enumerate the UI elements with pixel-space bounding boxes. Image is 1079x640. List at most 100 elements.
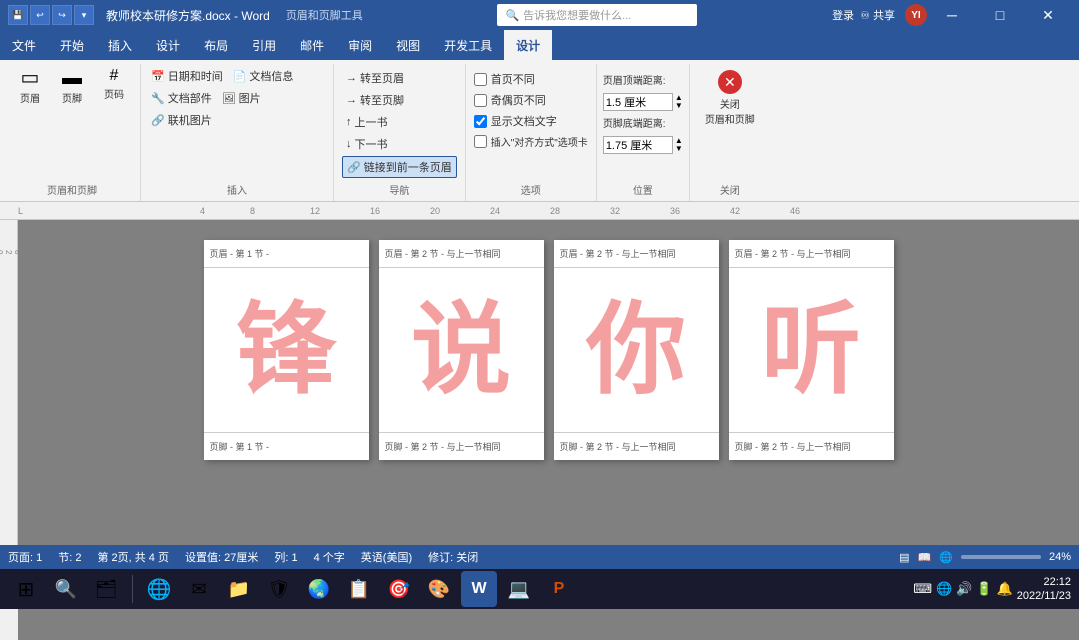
goto-header-btn[interactable]: → 转至页眉 [342,68,457,88]
prev-section-icon: ↑ [346,116,352,128]
close-header-footer-btn[interactable]: ✕ 关闭页眉和页脚 [697,66,763,130]
footer-bottom-down[interactable]: ▼ [675,145,683,153]
page-1-content: 锋 [204,268,369,432]
keyboard-icon[interactable]: ⌨ [913,581,932,597]
page-2-footer[interactable]: 页脚 - 第 2 节 - 与上一节相同 [379,432,544,460]
view-normal-icon[interactable]: ▤ [899,551,909,564]
header-btn[interactable]: ▭ 页眉 [10,66,50,107]
title-bar-right: 登录 ♾ 共享 YI ─ □ ✕ [832,0,1071,30]
edge-btn[interactable]: 🌐 [141,571,177,607]
doc-info-btn[interactable]: 📄 文档信息 [229,66,298,86]
doc-parts-btn[interactable]: 🔧 文档部件 [147,88,216,108]
game-btn[interactable]: 🎯 [381,571,417,607]
page-1-footer[interactable]: 页脚 - 第 1 节 - [204,432,369,460]
page-4-header[interactable]: 页眉 - 第 2 节 - 与上一节相同 [729,240,894,268]
online-pic-btn[interactable]: 🔗 联机图片 [147,110,216,130]
online-pic-icon: 🔗 [151,114,165,127]
goto-footer-btn[interactable]: → 转至页脚 [342,90,457,110]
clipboard-btn[interactable]: 📋 [341,571,377,607]
tab-dev[interactable]: 开发工具 [432,30,504,60]
tab-review[interactable]: 审阅 [336,30,384,60]
zoom-slider[interactable] [961,555,1041,559]
doc-parts-icon: 🔧 [151,92,165,105]
tab-design[interactable]: 设计 [144,30,192,60]
status-track: 修订: 关闭 [428,549,478,565]
tab-layout[interactable]: 布局 [192,30,240,60]
tab-insert[interactable]: 插入 [96,30,144,60]
pages-container: 页眉 - 第 1 节 - 锋 页脚 - 第 1 节 - 页眉 - 第 2 节 -… [204,240,894,460]
context-tab-label: 页眉和页脚工具 [286,7,363,23]
page-1-header[interactable]: 页眉 - 第 1 节 - [204,240,369,268]
system-clock[interactable]: 22:12 2022/11/23 [1017,575,1071,604]
mail-btn[interactable]: ✉ [181,571,217,607]
tab-mail[interactable]: 邮件 [288,30,336,60]
volume-icon[interactable]: 🔊 [956,581,972,597]
page-2: 页眉 - 第 2 节 - 与上一节相同 说 页脚 - 第 2 节 - 与上一节相… [379,240,544,460]
page-4-footer[interactable]: 页脚 - 第 2 节 - 与上一节相同 [729,432,894,460]
date-time-btn[interactable]: 📅 日期和时间 [147,66,227,86]
tab-home[interactable]: 开始 [48,30,96,60]
page-4: 页眉 - 第 2 节 - 与上一节相同 听 页脚 - 第 2 节 - 与上一节相… [729,240,894,460]
share-btn[interactable]: ♾ 共享 [860,7,895,23]
prev-section-btn[interactable]: ↑ 上一书 [342,112,457,132]
doc-area-wrapper: 355244 352820 221014 524 ⊕ 页眉 - 第 1 节 - … [0,220,1079,600]
maximize-btn[interactable]: □ [977,0,1023,30]
picture-btn[interactable]: 🖼 图片 [218,88,265,108]
ruler-mark-3: 16 [370,206,380,216]
tab-header-footer-design[interactable]: 设计 [504,30,552,60]
page-2-header[interactable]: 页眉 - 第 2 节 - 与上一节相同 [379,240,544,268]
header-top-down[interactable]: ▼ [675,102,683,110]
link-to-prev-btn[interactable]: 🔗 链接到前一条页眉 [342,156,457,178]
login-btn[interactable]: 登录 [832,7,854,23]
view-web-icon[interactable]: 🌐 [939,551,953,564]
status-chars: 4 个字 [314,549,345,565]
notification-icon[interactable]: 🔔 [997,581,1013,597]
search-btn[interactable]: 🔍 [48,571,84,607]
user-avatar[interactable]: YI [905,4,927,26]
start-btn[interactable]: ⊞ [8,571,44,607]
sys-icons: ⌨ 🌐 🔊 🔋 🔔 [913,581,1013,597]
task-view-btn[interactable]: 🗂 [88,571,124,607]
battery-icon[interactable]: 🔋 [976,581,992,597]
defender-btn[interactable]: 🛡 [261,571,297,607]
network-icon[interactable]: 🌐 [936,581,952,597]
page-4-char: 听 [761,300,861,400]
page-3-char: 你 [586,300,686,400]
status-lang: 英语(美国) [361,549,412,565]
quick-save-icon[interactable]: 💾 [8,5,28,25]
redo-icon[interactable]: ↪ [52,5,72,25]
tab-view[interactable]: 视图 [384,30,432,60]
art-btn[interactable]: 🎨 [421,571,457,607]
undo-icon[interactable]: ↩ [30,5,50,25]
diff-first-page-check[interactable]: 首页不同 [472,70,590,88]
page-3-header[interactable]: 页眉 - 第 2 节 - 与上一节相同 [554,240,719,268]
diff-odd-even-check[interactable]: 奇偶页不同 [472,91,590,109]
file-explorer-btn[interactable]: 📁 [221,571,257,607]
word-taskbar-btn[interactable]: W [461,571,497,607]
page-4-content: 听 [729,268,894,432]
next-section-btn[interactable]: ↓ 下一书 [342,134,457,154]
view-read-icon[interactable]: 📖 [918,551,932,564]
align-tab-insert-check[interactable]: 插入"对齐方式"选项卡 [472,133,590,150]
status-right: ▤ 📖 🌐 24% [899,551,1071,564]
ruler-mark-0: 4 [200,206,205,216]
footer-btn[interactable]: ▬ 页脚 [52,66,92,107]
browser-btn2[interactable]: 🌏 [301,571,337,607]
tab-references[interactable]: 引用 [240,30,288,60]
search-placeholder: 告诉我您想要做什么... [523,7,631,23]
page-3-footer[interactable]: 页脚 - 第 2 节 - 与上一节相同 [554,432,719,460]
header-top-field[interactable] [603,93,673,111]
zoom-percent[interactable]: 24% [1049,551,1071,563]
minimize-btn[interactable]: ─ [929,0,975,30]
ppt-btn[interactable]: P [541,571,577,607]
status-page[interactable]: 页面: 1 [8,549,42,565]
status-page-of: 第 2页, 共 4 页 [97,549,169,565]
close-btn[interactable]: ✕ [1025,0,1071,30]
footer-bottom-field[interactable] [603,136,673,154]
show-doc-text-check[interactable]: 显示文档文字 [472,112,590,130]
customize-icon[interactable]: ▾ [74,5,94,25]
tab-file[interactable]: 文件 [0,30,48,60]
page-number-btn[interactable]: # 页码 [94,66,134,103]
settings-btn[interactable]: 💻 [501,571,537,607]
search-box[interactable]: 🔍 告诉我您想要做什么... [497,4,697,26]
